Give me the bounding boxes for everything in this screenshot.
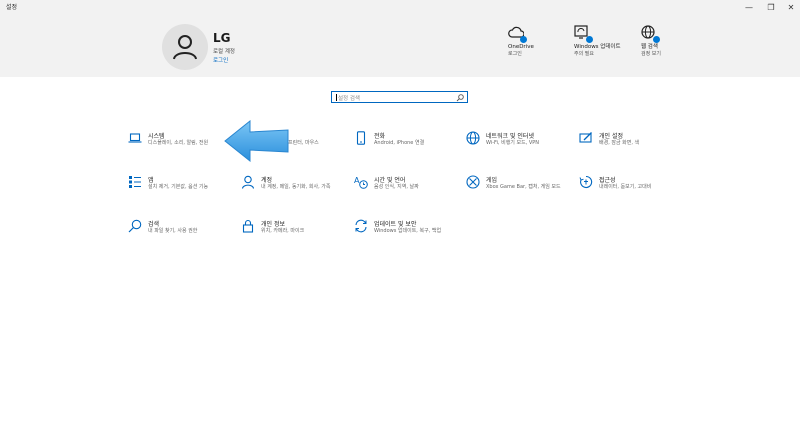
tile-title: 계정: [261, 177, 273, 184]
minimize-button[interactable]: —: [738, 0, 760, 14]
tile-title: 검색: [148, 221, 160, 228]
tile-title: 앱: [148, 177, 154, 184]
account-login-link[interactable]: 로그인: [213, 56, 228, 64]
sync-icon: [355, 219, 367, 233]
tile-title: 개인 설정: [599, 133, 623, 140]
tile-accounts[interactable]: 계정 내 계정, 메일, 동기화, 회사, 가족: [241, 175, 351, 205]
laptop-icon: [128, 133, 142, 143]
apps-icon: [129, 176, 141, 188]
text-caret: [336, 94, 337, 101]
tile-network[interactable]: 네트워크 및 인터넷 Wi-Fi, 비행기 모드, VPN: [466, 131, 576, 161]
tile-gaming[interactable]: 게임 Xbox Game Bar, 캡처, 게임 모드: [466, 175, 576, 205]
tile-title: 시스템: [148, 133, 165, 140]
account-type: 로컬 계정: [213, 49, 235, 55]
tile-title: 게임: [486, 177, 498, 184]
tile-desc: 배경, 잠금 화면, 색: [599, 140, 640, 146]
search-icon[interactable]: [456, 94, 464, 102]
tile-phone[interactable]: 전화 Android, iPhone 연결: [354, 131, 464, 161]
tile-time-language[interactable]: A 시간 및 언어 음성 인식, 지역, 날짜: [354, 175, 464, 205]
globe-icon: [641, 24, 660, 43]
tile-desc: Wi-Fi, 비행기 모드, VPN: [486, 140, 540, 146]
avatar[interactable]: [162, 24, 208, 70]
tile-desc: 위치, 카메라, 마이크: [261, 228, 305, 234]
tile-accessibility[interactable]: 접근성 내레이터, 돋보기, 고대비: [579, 175, 689, 205]
personalize-icon: [579, 132, 592, 143]
person-icon: [173, 35, 197, 60]
tile-desc: 내레이터, 돋보기, 고대비: [599, 184, 652, 190]
tile-personalization[interactable]: 개인 설정 배경, 잠금 화면, 색: [579, 131, 689, 161]
tile-desc: 내 계정, 메일, 동기화, 회사, 가족: [261, 184, 331, 190]
tile-desc: Windows 업데이트, 복구, 백업: [374, 228, 442, 234]
maximize-button[interactable]: ❐: [760, 0, 782, 14]
xbox-icon: [466, 175, 480, 189]
header-item-sub: 검정 보기: [641, 51, 661, 57]
header-item-onedrive[interactable]: OneDrive 로그인: [508, 24, 568, 58]
tile-title: 네트워크 및 인터넷: [486, 133, 534, 140]
tile-update-security[interactable]: 업데이트 및 보안 Windows 업데이트, 복구, 백업: [354, 219, 464, 249]
cloud-icon: [508, 24, 527, 43]
update-icon: [574, 24, 593, 43]
globe-icon: [466, 131, 480, 145]
tile-title: 시간 및 언어: [374, 177, 406, 184]
time-language-icon: A: [354, 176, 368, 189]
person-icon: [241, 175, 255, 189]
tile-title: 접근성: [599, 177, 616, 184]
tile-title: 개인 정보: [261, 221, 285, 228]
close-button[interactable]: ✕: [780, 0, 800, 14]
search-icon: [128, 219, 142, 233]
tile-desc: Xbox Game Bar, 캡처, 게임 모드: [486, 184, 561, 190]
accessibility-icon: [579, 175, 593, 189]
header-item-label: OneDrive: [508, 44, 534, 50]
tile-title: 업데이트 및 보안: [374, 221, 417, 228]
tile-desc: 설치 제거, 기본값, 옵션 기능: [148, 184, 209, 190]
header-item-label: 웹 검색: [641, 44, 658, 50]
tile-apps[interactable]: 앱 설치 제거, 기본값, 옵션 기능: [128, 175, 238, 205]
search-placeholder: 설정 검색: [338, 96, 360, 102]
title-bar: 설정 — ❐ ✕: [0, 0, 800, 14]
tile-system[interactable]: 시스템 디스플레이, 소리, 알림, 전원: [128, 131, 238, 161]
tile-desc: 내 파일 찾기, 사용 권한: [148, 228, 198, 234]
header-item-label: Windows 업데이트: [574, 44, 621, 50]
svg-text:A: A: [354, 176, 360, 185]
tile-title: 전화: [374, 133, 386, 140]
tile-desc: 음성 인식, 지역, 날짜: [374, 184, 419, 190]
tile-desc: Android, iPhone 연결: [374, 140, 425, 146]
header-item-windows-update[interactable]: Windows 업데이트 주의 필요: [574, 24, 626, 58]
account-name: LG: [213, 31, 231, 45]
lock-icon: [242, 219, 254, 233]
pointer-arrow: [224, 120, 289, 162]
tile-privacy[interactable]: 개인 정보 위치, 카메라, 마이크: [241, 219, 351, 249]
window-title: 설정: [6, 4, 18, 11]
header-item-sub: 로그인: [508, 51, 522, 57]
header-item-sub: 주의 필요: [574, 51, 594, 57]
header-item-web-search[interactable]: 웹 검색 검정 보기: [641, 24, 701, 58]
settings-search-box[interactable]: 설정 검색: [331, 91, 468, 103]
tile-search[interactable]: 검색 내 파일 찾기, 사용 권한: [128, 219, 238, 249]
phone-icon: [356, 131, 366, 145]
